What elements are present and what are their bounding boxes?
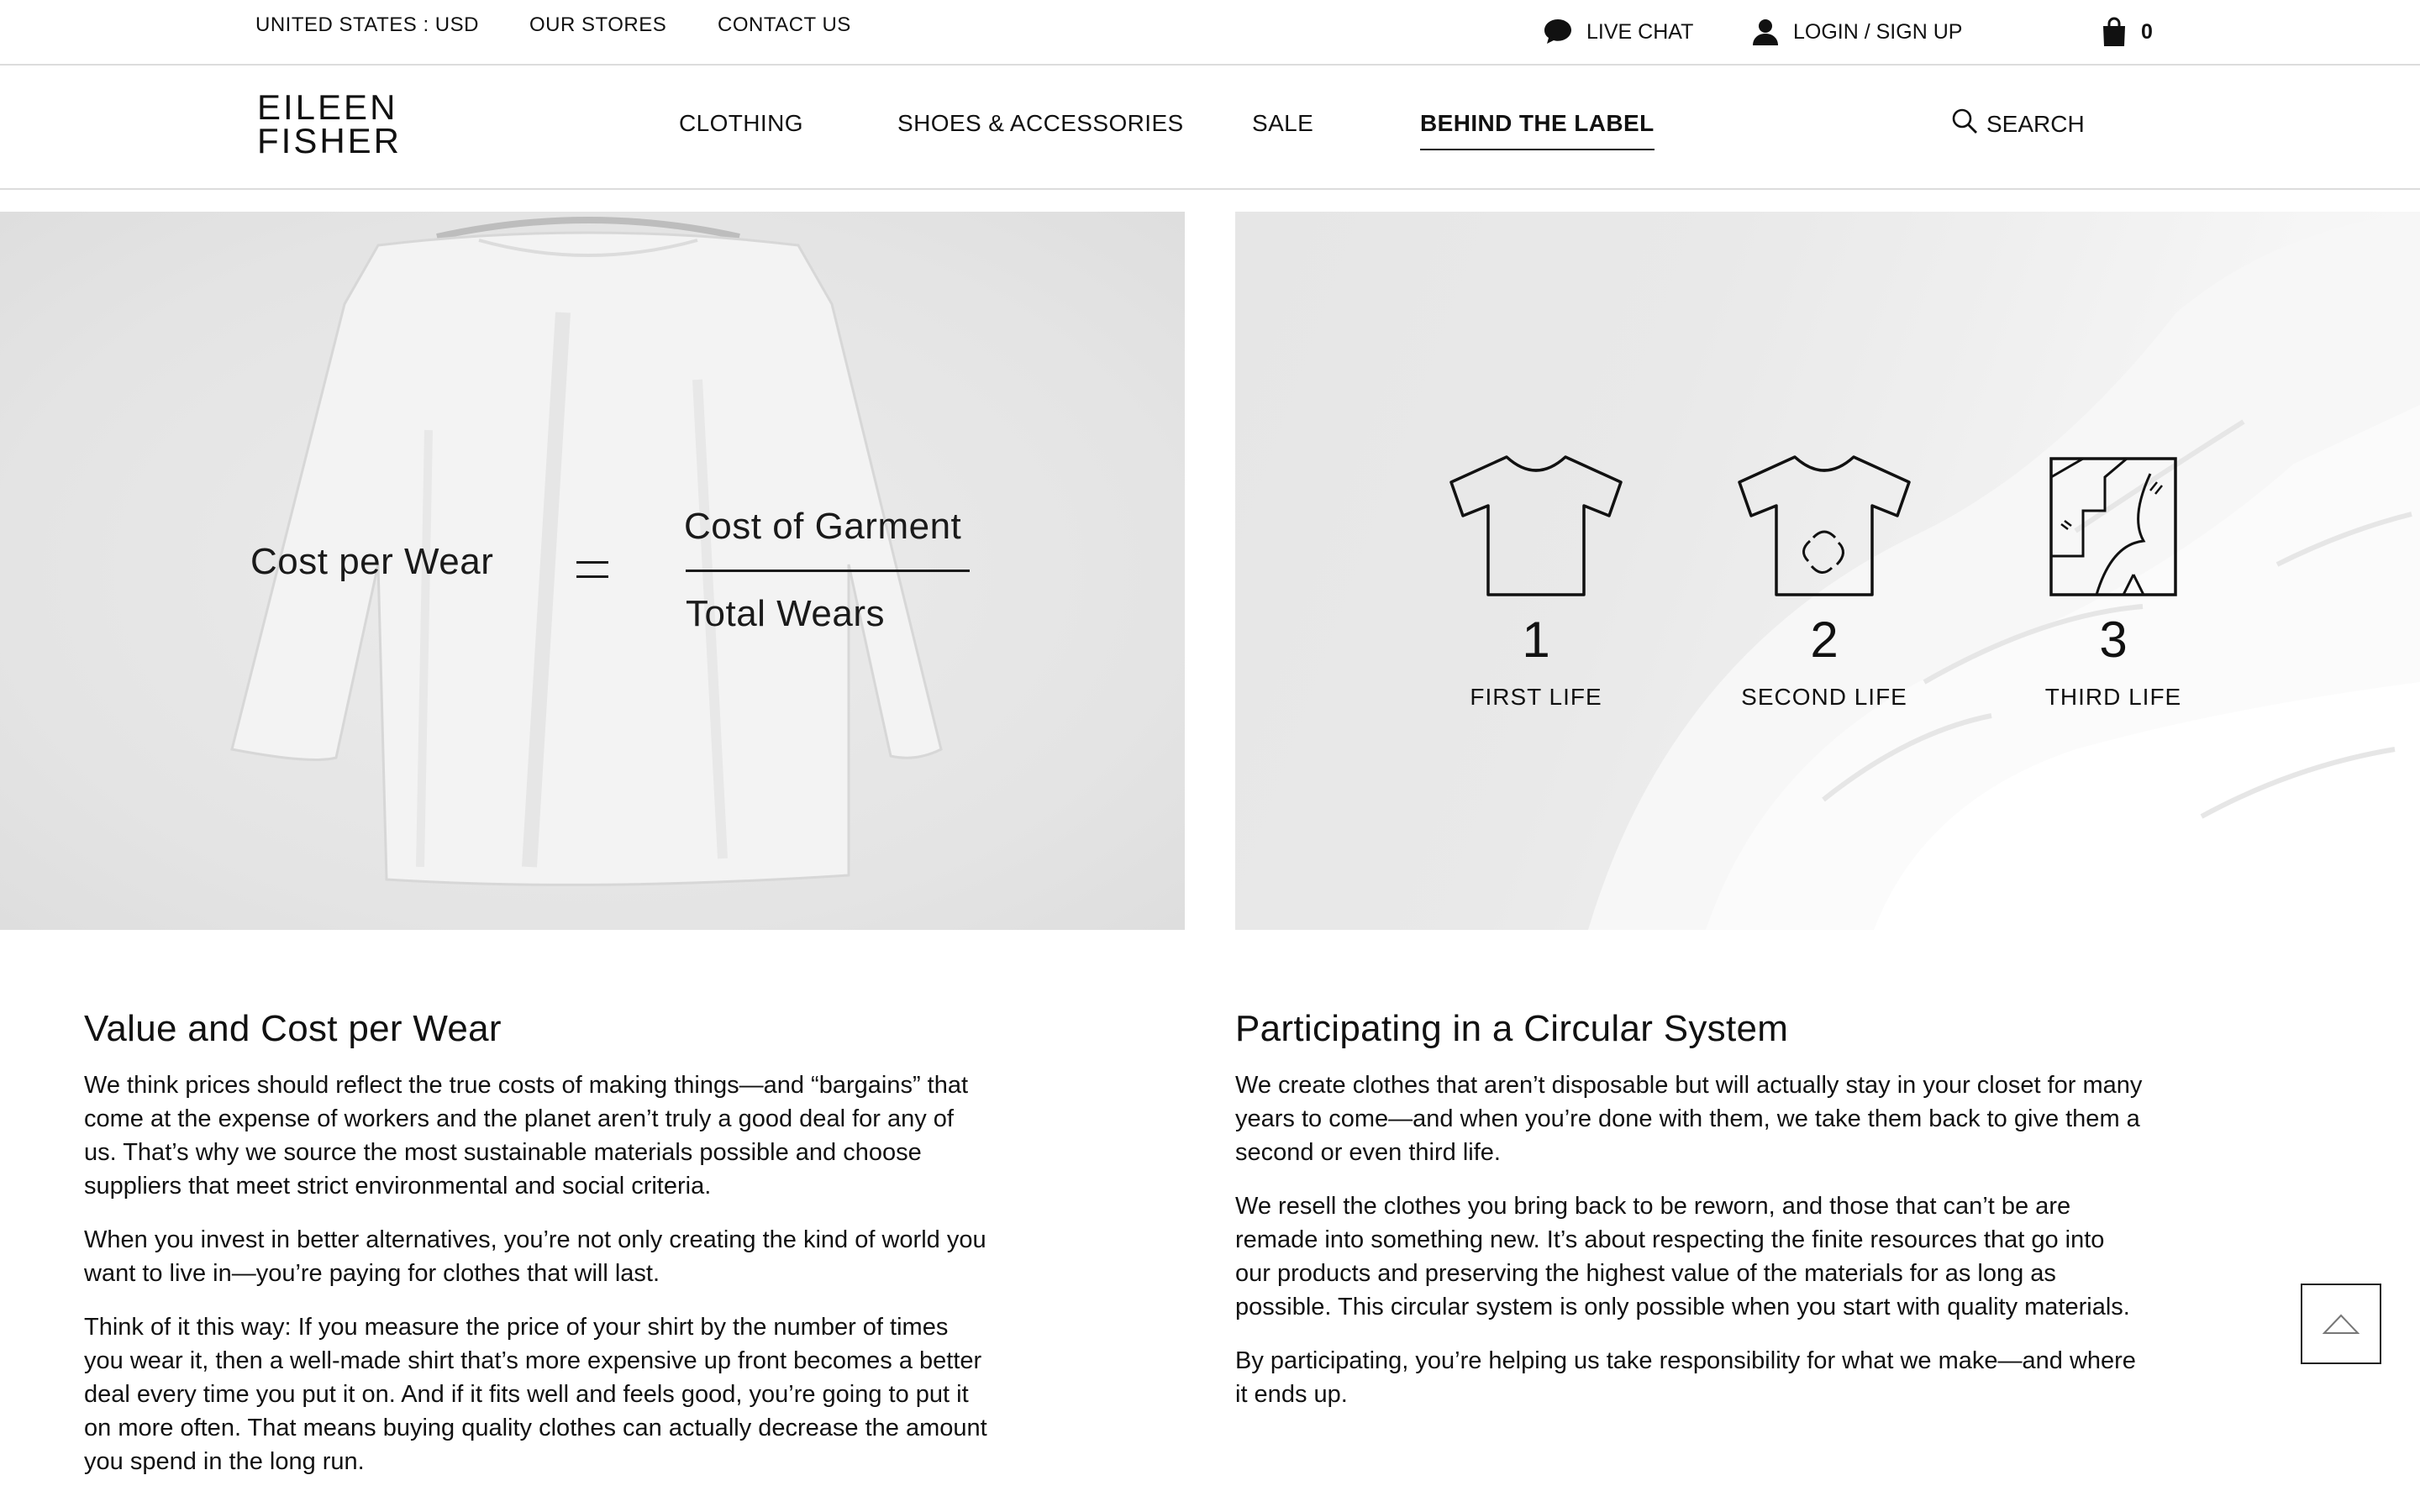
nav-clothing[interactable]: CLOTHING — [679, 110, 803, 137]
nav-behind-the-label[interactable]: BEHIND THE LABEL — [1420, 110, 1655, 150]
login-signup-link[interactable]: LOGIN / SIGN UP — [1751, 17, 1962, 47]
cart-count: 0 — [2141, 19, 2153, 44]
user-icon — [1751, 18, 1780, 46]
pattern-pieces-icon — [2049, 457, 2177, 596]
search-icon — [1951, 108, 1978, 140]
circular-paragraph-3: By participating, you’re helping us take… — [1235, 1347, 2136, 1408]
first-life-label: FIRST LIFE — [1470, 684, 1602, 710]
shopping-bag-icon — [2101, 17, 2128, 47]
contact-us-link[interactable]: CONTACT US — [718, 13, 851, 37]
value-section-body: We think prices should reflect the true … — [84, 1068, 992, 1478]
third-life-label: THIRD LIFE — [2044, 684, 2182, 710]
utility-bar: UNITED STATES : USD OUR STORES CONTACT U… — [0, 0, 2420, 66]
equals-sign — [576, 561, 608, 578]
value-paragraph-1: We think prices should reflect the true … — [84, 1072, 969, 1200]
second-life-label: SECOND LIFE — [1741, 684, 1907, 710]
main-nav: EILEEN FISHER CLOTHING SHOES & ACCESSORI… — [0, 66, 2420, 190]
value-section-title: Value and Cost per Wear — [84, 1008, 502, 1049]
formula-lhs: Cost per Wear — [250, 541, 494, 582]
value-section: Value and Cost per Wear We think prices … — [84, 1008, 992, 1499]
region-selector[interactable]: UNITED STATES : USD — [255, 13, 479, 37]
our-stores-link[interactable]: OUR STORES — [529, 13, 666, 37]
back-to-top-button[interactable] — [2301, 1284, 2381, 1364]
tshirt-icon — [1449, 455, 1623, 596]
circular-section-body: We create clothes that aren’t disposable… — [1235, 1068, 2143, 1411]
third-life-item — [2049, 457, 2177, 601]
search-button[interactable]: SEARCH — [1951, 108, 2085, 140]
chat-bubble-icon — [1543, 18, 1573, 46]
formula-denominator: Total Wears — [686, 593, 885, 634]
triangle-up-icon — [2323, 1314, 2360, 1334]
nav-shoes-accessories[interactable]: SHOES & ACCESSORIES — [897, 110, 1184, 137]
tshirt-recycle-icon — [1738, 455, 1911, 596]
circular-paragraph-2: We resell the clothes you bring back to … — [1235, 1193, 2130, 1320]
first-life-item — [1448, 454, 1624, 602]
brand-line-1: EILEEN — [257, 87, 398, 127]
first-life-number: 1 — [1522, 612, 1550, 668]
live-chat-link[interactable]: LIVE CHAT — [1543, 17, 1693, 47]
login-signup-label: LOGIN / SIGN UP — [1793, 19, 1963, 44]
cost-per-wear-hero: Cost per Wear Cost of Garment Total Wear… — [0, 212, 1185, 930]
live-chat-label: LIVE CHAT — [1586, 19, 1694, 44]
brand-logo[interactable]: EILEEN FISHER — [257, 87, 408, 160]
circular-system-hero: 1 FIRST LIFE 2 SECOND LIFE 3 THIRD LIFE — [1235, 212, 2420, 930]
second-life-number: 2 — [1810, 612, 1839, 668]
search-label: SEARCH — [1986, 110, 2085, 137]
cart-button[interactable]: 0 — [2101, 17, 2153, 47]
brand-line-2: FISHER — [257, 121, 402, 160]
fraction-bar — [686, 570, 970, 572]
circular-section-title: Participating in a Circular System — [1235, 1008, 1789, 1049]
nav-sale[interactable]: SALE — [1252, 110, 1313, 137]
third-life-number: 3 — [2099, 612, 2128, 668]
value-paragraph-2: When you invest in better alternatives, … — [84, 1226, 986, 1287]
value-paragraph-3: Think of it this way: If you measure the… — [84, 1314, 987, 1475]
second-life-item — [1736, 454, 1912, 602]
circular-section: Participating in a Circular System We cr… — [1235, 1008, 2143, 1431]
circular-paragraph-1: We create clothes that aren’t disposable… — [1235, 1072, 2143, 1166]
formula-numerator: Cost of Garment — [684, 506, 962, 547]
